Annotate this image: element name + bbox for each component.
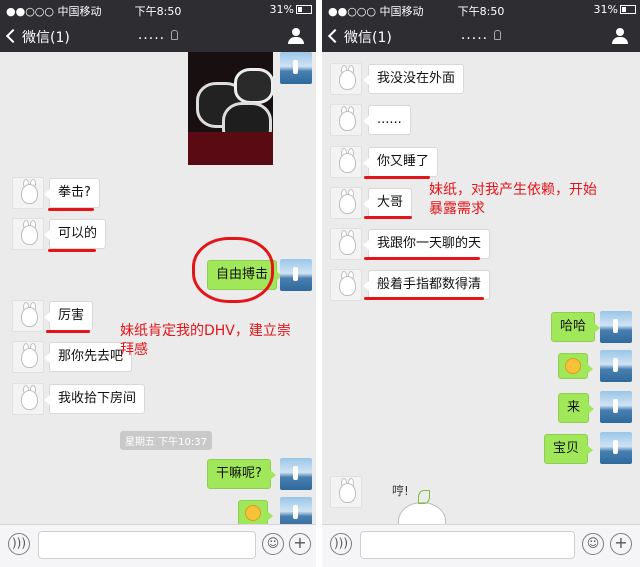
message-bubble[interactable]: 我跟你一天聊的天: [362, 229, 491, 259]
contact-avatar[interactable]: [12, 383, 44, 415]
status-bar: ●●○○○ 中国移动 下午8:50 31%: [0, 0, 316, 20]
self-avatar[interactable]: [600, 311, 632, 343]
message-bubble-self[interactable]: 宝贝: [544, 434, 594, 464]
contact-avatar[interactable]: [12, 218, 44, 250]
annotation-underline: [364, 176, 430, 179]
photo-message[interactable]: [188, 52, 273, 165]
message-bubble[interactable]: 般着手指都数得清: [362, 270, 491, 300]
battery-icon: [296, 5, 312, 14]
annotation-underline: [364, 297, 484, 300]
emoji-message[interactable]: [238, 500, 273, 526]
message-bubble[interactable]: 厉害: [43, 301, 94, 331]
self-avatar[interactable]: [280, 52, 312, 84]
message-bubble[interactable]: 你又睡了: [362, 147, 439, 177]
annotation-text: 妹纸，对我产生依赖，开始暴露需求: [429, 182, 597, 217]
message-bubble-self[interactable]: 干嘛呢?: [207, 459, 276, 489]
emoji-icon[interactable]: ☺: [582, 533, 604, 555]
annotation-underline: [46, 330, 90, 333]
chat-title: .....: [0, 27, 316, 43]
emoji-message[interactable]: [558, 353, 593, 379]
contact-avatar[interactable]: [330, 269, 362, 301]
status-bar: ●●○○○ 中国移动 下午8:50 31%: [322, 0, 640, 20]
clock: 下午8:50: [457, 5, 505, 18]
contact-avatar[interactable]: [330, 187, 362, 219]
input-bar: ))) ☺ +: [322, 524, 640, 567]
annotation-circle: [192, 237, 274, 303]
emoji-icon[interactable]: ☺: [262, 533, 284, 555]
annotation-underline: [364, 257, 480, 260]
earpiece-icon: [494, 30, 502, 40]
annotation-underline: [48, 249, 96, 252]
laughing-face-icon: [565, 358, 581, 374]
sticker-text: 哼!: [392, 484, 409, 498]
self-avatar[interactable]: [280, 259, 312, 291]
earpiece-icon: [171, 30, 179, 40]
battery-percent: 31%: [269, 3, 294, 16]
contact-avatar[interactable]: [12, 300, 44, 332]
self-avatar[interactable]: [280, 458, 312, 490]
plus-icon[interactable]: +: [610, 533, 632, 555]
left-chat-screen: ●●○○○ 中国移动 下午8:50 31% 微信(1) ..... 拳击? 可以…: [0, 0, 316, 567]
input-bar: ))) ☺ +: [0, 524, 316, 567]
contact-avatar[interactable]: [330, 63, 362, 95]
message-input[interactable]: [38, 531, 256, 559]
nav-bar: 微信(1) .....: [322, 20, 640, 52]
right-chat-screen: ●●○○○ 中国移动 下午8:50 31% 微信(1) ..... 我没没在外面…: [322, 0, 640, 567]
timestamp: 星期五 下午10:37: [120, 431, 212, 450]
contact-avatar[interactable]: [12, 341, 44, 373]
self-avatar[interactable]: [600, 432, 632, 464]
message-bubble[interactable]: 大哥: [362, 188, 413, 218]
message-bubble[interactable]: 可以的: [43, 219, 107, 249]
leaf-icon: [418, 490, 430, 504]
person-icon[interactable]: [288, 28, 304, 44]
chat-title: .....: [322, 27, 640, 43]
battery-percent: 31%: [593, 3, 618, 16]
message-bubble[interactable]: 拳击?: [44, 178, 100, 208]
annotation-text: 妹纸肯定我的DHV，建立崇拜感: [120, 323, 291, 358]
message-bubble-self[interactable]: 来: [558, 393, 595, 423]
self-avatar[interactable]: [600, 391, 632, 423]
nav-bar: 微信(1) .....: [0, 20, 316, 52]
contact-avatar[interactable]: [330, 228, 362, 260]
annotation-underline: [48, 208, 94, 211]
contact-avatar[interactable]: [330, 104, 362, 136]
contact-avatar[interactable]: [12, 177, 44, 209]
plus-icon[interactable]: +: [289, 533, 311, 555]
annotation-underline: [364, 216, 412, 219]
message-bubble[interactable]: 我没没在外面: [362, 64, 465, 94]
message-bubble[interactable]: ......: [363, 105, 411, 135]
battery-icon: [620, 5, 636, 14]
smiley-face-icon: [245, 505, 261, 521]
self-avatar[interactable]: [600, 350, 632, 382]
message-bubble[interactable]: 我收拾下房间: [43, 384, 146, 414]
message-bubble-self[interactable]: 哈哈: [551, 312, 601, 342]
contact-avatar[interactable]: [330, 146, 362, 178]
person-icon[interactable]: [612, 28, 628, 44]
voice-icon[interactable]: ))): [8, 533, 30, 555]
contact-avatar[interactable]: [330, 476, 362, 508]
voice-icon[interactable]: ))): [330, 533, 352, 555]
message-input[interactable]: [360, 531, 575, 559]
